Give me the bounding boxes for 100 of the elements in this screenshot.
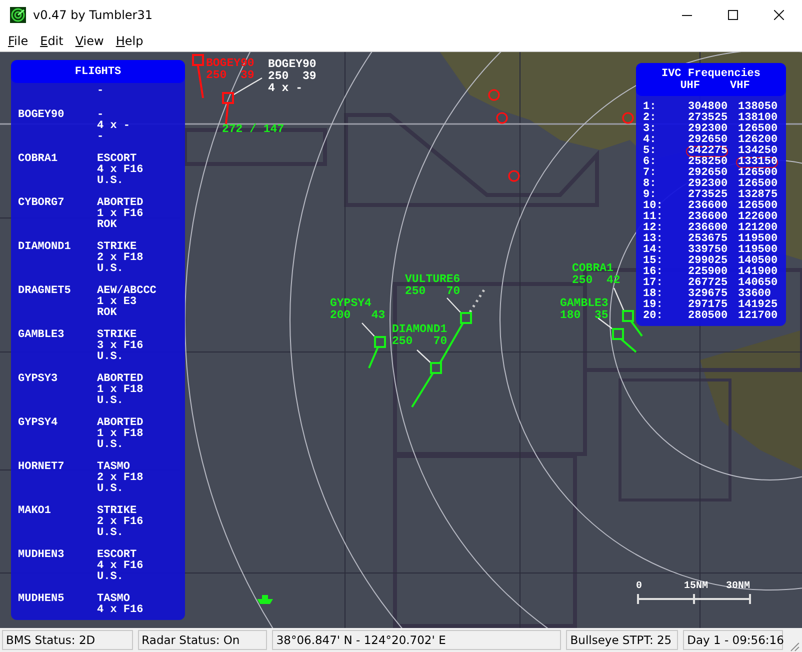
contact-label: 200 43	[330, 309, 386, 322]
column-header: VHF	[730, 80, 750, 92]
flight-country: ROK	[97, 308, 118, 319]
uhf-frequency: 236600	[687, 201, 728, 212]
uhf-frequency: 273525	[687, 113, 728, 124]
flight-row[interactable]: COBRA1 ESCORT 4 x F16 U.S.	[11, 154, 185, 187]
contact-label: COBRA1	[572, 262, 614, 275]
menu-item[interactable]: View	[69, 34, 110, 48]
menu-item[interactable]: Help	[110, 34, 150, 48]
channel-number: 4:	[643, 135, 658, 146]
menu-item[interactable]: File	[2, 34, 34, 48]
channel-number: 10:	[643, 201, 664, 212]
flight-callsign: GYPSY4	[18, 418, 59, 431]
uhf-frequency: 253675	[687, 234, 728, 245]
flight-mission: STRIKE	[97, 330, 137, 341]
vhf-frequency: 132875	[737, 190, 778, 201]
flight-mission: ABORTED	[97, 198, 144, 209]
contact-label: GYPSY4	[330, 297, 372, 310]
bearing-range-label: 272 / 147	[222, 123, 284, 136]
flight-mission: AEW/ABCCC	[97, 286, 156, 297]
vhf-frequency: 119500	[737, 234, 778, 245]
uhf-frequency: 258250	[687, 157, 728, 168]
flight-mission: TASMO	[97, 594, 130, 605]
channel-number: 11:	[643, 212, 664, 223]
flight-callsign: HORNET7	[18, 462, 66, 475]
channel-number: 19:	[643, 300, 664, 311]
flight-country: ROK	[97, 220, 118, 231]
flight-row[interactable]: MAKO1 STRIKE 2 x F16 U.S.	[11, 506, 185, 539]
flight-country: U.S.	[97, 396, 124, 407]
flight-row[interactable]: GYPSY4 ABORTED 1 x F18 U.S.	[11, 418, 185, 451]
flight-callsign: DIAMOND1	[18, 242, 72, 255]
flight-country: U.S.	[97, 440, 124, 451]
flight-detail: -	[97, 85, 104, 97]
flight-mission: -	[97, 110, 105, 121]
flight-row[interactable]: BOGEY90 - 4 x - -	[11, 110, 185, 143]
flight-aircraft: 2 x F18	[97, 473, 144, 484]
flight-country: U.S.	[97, 528, 124, 539]
contact-label: 180 35	[560, 309, 608, 322]
flight-aircraft: 3 x F16	[97, 341, 144, 352]
window-title: v0.47 by Tumbler31	[33, 8, 153, 22]
channel-number: 20:	[643, 311, 664, 322]
channel-number: 17:	[643, 278, 664, 289]
menu-item[interactable]: Edit	[34, 34, 70, 48]
vhf-frequency: 126500	[737, 124, 778, 135]
uhf-frequency: 339750	[687, 245, 728, 256]
flight-row[interactable]: DRAGNET5 AEW/ABCCC 1 x E3 ROK	[11, 286, 185, 319]
flight-mission: TASMO	[97, 462, 130, 473]
flight-country: U.S.	[97, 264, 124, 275]
uhf-frequency: 292300	[687, 124, 728, 135]
contact-label: 250 39	[268, 70, 316, 83]
channel-number: 13:	[643, 234, 664, 245]
flight-callsign: DRAGNET5	[18, 286, 72, 299]
contact-label: 250 39	[206, 69, 254, 82]
flight-row[interactable]: MUDHEN5 TASMO 4 x F16	[11, 594, 185, 616]
channel-number: 15:	[643, 256, 664, 267]
flight-mission: ESCORT	[97, 550, 137, 561]
vhf-frequency: 121200	[737, 223, 778, 234]
flight-mission: STRIKE	[97, 242, 137, 253]
uhf-frequency: 292650	[687, 168, 728, 179]
uhf-frequency: 267725	[687, 278, 728, 289]
channel-number: 3:	[643, 124, 658, 135]
contact-label: DIAMOND1	[392, 323, 448, 336]
vhf-frequency: 122600	[737, 212, 778, 223]
flight-aircraft: 4 x F16	[97, 605, 144, 616]
flight-row[interactable]: DIAMOND1 STRIKE 2 x F18 U.S.	[11, 242, 185, 275]
contact-label: VULTURE6	[405, 273, 460, 286]
vhf-frequency: 140650	[737, 278, 778, 289]
column-header: UHF	[680, 80, 700, 92]
flight-row[interactable]: CYBORG7 ABORTED 1 x F16 ROK	[11, 198, 185, 231]
vhf-frequency: 119500	[737, 245, 778, 256]
uhf-frequency: 236600	[687, 212, 728, 223]
flight-mission: ABORTED	[97, 374, 144, 385]
flight-row[interactable]: MUDHEN3 ESCORT 4 x F16 U.S.	[11, 550, 185, 583]
vhf-frequency: 134250	[737, 146, 778, 157]
flight-aircraft: 2 x F18	[97, 253, 144, 264]
flight-country: U.S.	[97, 572, 124, 583]
status-field: BMS Status: 2D	[2, 630, 133, 650]
flight-row[interactable]: GAMBLE3 STRIKE 3 x F16 U.S.	[11, 330, 185, 363]
flight-aircraft: 1 x F18	[97, 385, 144, 396]
vhf-frequency: 141900	[737, 267, 778, 278]
uhf-frequency: 225900	[687, 267, 728, 278]
flight-country: U.S.	[97, 176, 124, 187]
flight-aircraft: 4 x -	[97, 121, 130, 132]
vhf-frequency: 126200	[737, 135, 778, 146]
contact-label: GAMBLE3	[560, 297, 608, 310]
flight-aircraft: 4 x F16	[97, 165, 144, 176]
uhf-frequency: 299025	[687, 256, 728, 267]
uhf-frequency: 292650	[687, 135, 728, 146]
contact-label: 250 70	[392, 335, 448, 348]
uhf-frequency: 273525	[687, 190, 728, 201]
vhf-frequency: 126500	[737, 179, 778, 190]
vhf-frequency: 126500	[737, 201, 778, 212]
channel-number: 18:	[643, 289, 664, 300]
uhf-frequency: 236600	[687, 223, 728, 234]
flight-row[interactable]: GYPSY3 ABORTED 1 x F18 U.S.	[11, 374, 185, 407]
contact-label: BOGEY90	[268, 58, 316, 71]
status-field: 38°06.847' N - 124°20.702' E	[272, 630, 562, 650]
vhf-frequency: 138050	[737, 102, 778, 113]
contact-label: 4 x -	[268, 82, 303, 95]
flight-row[interactable]: HORNET7 TASMO 2 x F18 U.S.	[11, 462, 185, 495]
